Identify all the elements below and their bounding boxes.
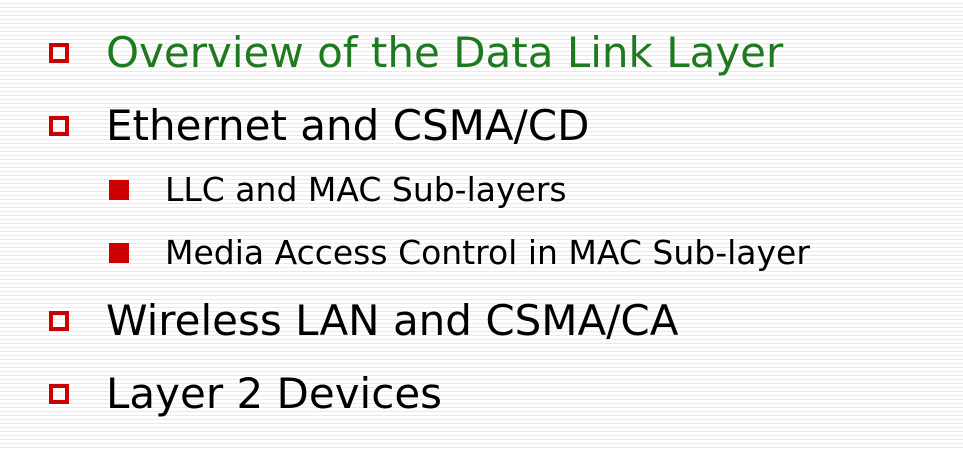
outline-item-layer2: Layer 2 Devices <box>49 369 442 419</box>
hollow-square-bullet-icon <box>49 384 69 404</box>
outline-subitem-label: Media Access Control in MAC Sub-layer <box>165 233 810 272</box>
filled-square-bullet-icon <box>109 243 129 263</box>
filled-square-bullet-icon <box>109 180 129 200</box>
hollow-square-bullet-icon <box>49 116 69 136</box>
outline-subitem-label: LLC and MAC Sub-layers <box>165 170 567 209</box>
outline-item-ethernet: Ethernet and CSMA/CD <box>49 101 589 151</box>
outline-item-label: Layer 2 Devices <box>106 369 443 418</box>
hollow-square-bullet-icon <box>49 43 69 63</box>
outline-item-label: Ethernet and CSMA/CD <box>106 101 590 150</box>
slide-outline: Overview of the Data Link Layer Ethernet… <box>0 0 963 450</box>
hollow-square-bullet-icon <box>49 311 69 331</box>
outline-item-label: Overview of the Data Link Layer <box>106 28 784 77</box>
outline-item-overview: Overview of the Data Link Layer <box>49 28 783 78</box>
outline-subitem-llc-mac: LLC and MAC Sub-layers <box>109 170 567 210</box>
outline-subitem-media-access: Media Access Control in MAC Sub-layer <box>109 233 810 273</box>
outline-item-label: Wireless LAN and CSMA/CA <box>106 296 679 345</box>
outline-item-wireless: Wireless LAN and CSMA/CA <box>49 296 678 346</box>
